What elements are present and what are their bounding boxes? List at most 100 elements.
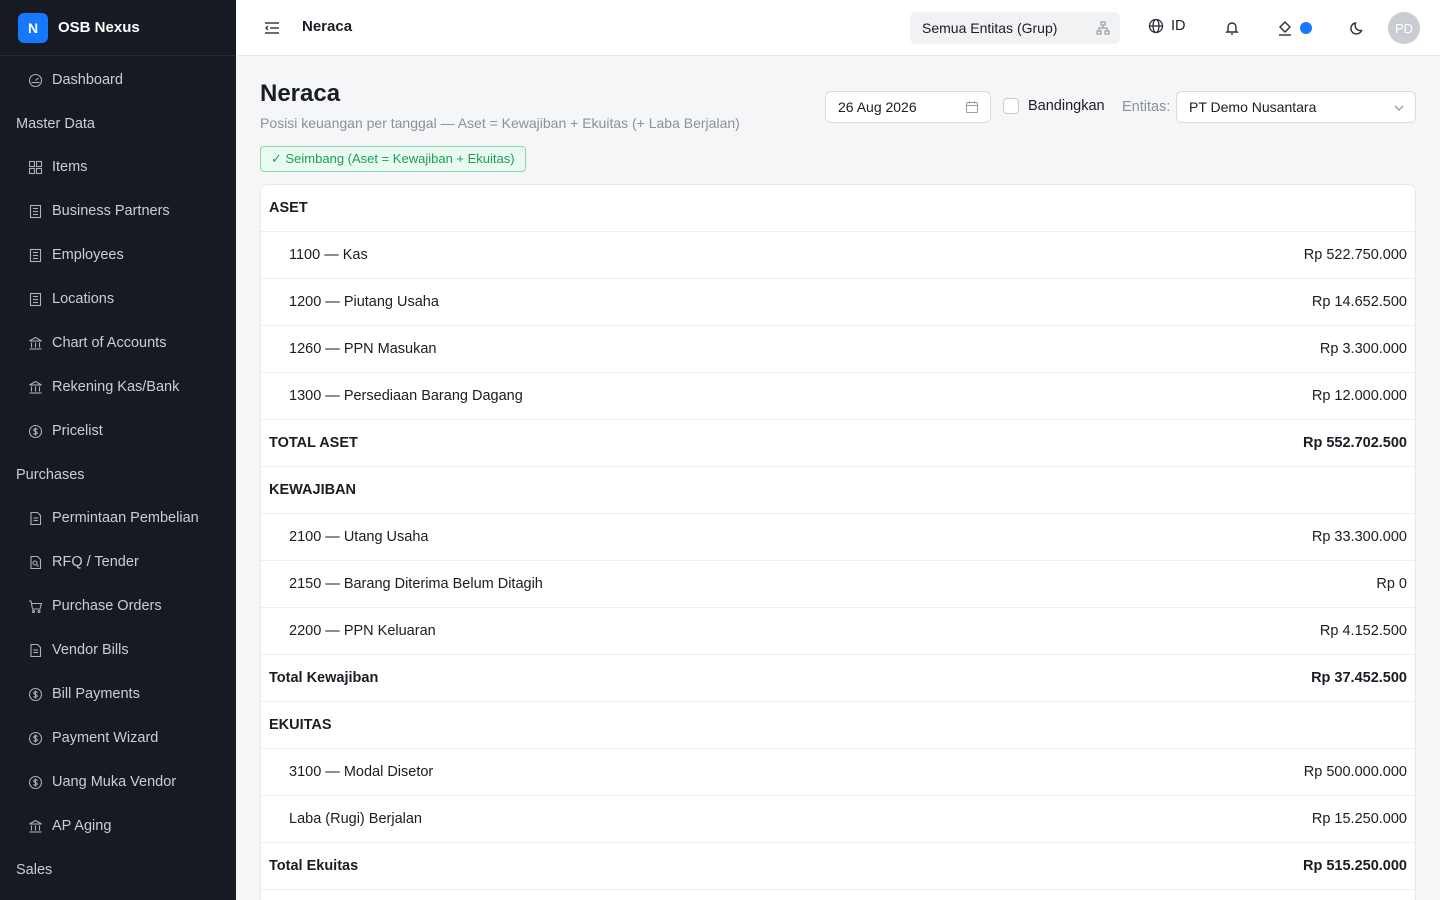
language-switch[interactable]: ID — [1148, 18, 1186, 34]
page-title: Neraca — [260, 80, 341, 107]
row-amount: Rp 552.702.500 — [1303, 435, 1407, 451]
sidebar-item-permintaan-pembelian[interactable]: Permintaan Pembelian — [0, 496, 236, 540]
row-label: Laba (Rugi) Berjalan — [289, 811, 422, 827]
account-row[interactable]: 2200 — PPN Keluaran Rp 4.152.500 — [261, 608, 1415, 655]
sidebar-item-vendor-bills[interactable]: Vendor Bills — [0, 628, 236, 672]
sidebar-item-bill-payments[interactable]: Bill Payments — [0, 672, 236, 716]
sidebar-item-label: Bill Payments — [52, 686, 140, 702]
row-label: 3100 — Modal Disetor — [289, 764, 434, 780]
row-label: KEWAJIBAN — [269, 482, 357, 498]
sidebar-item-business-partners[interactable]: Business Partners — [0, 189, 236, 233]
sidebar-item-label: Dashboard — [52, 72, 123, 88]
row-amount: Rp 14.652.500 — [1311, 294, 1407, 310]
dollar-circle-icon — [28, 424, 43, 438]
compare-toggle[interactable]: Bandingkan — [1003, 98, 1105, 114]
account-row[interactable]: 2150 — Barang Diterima Belum Ditagih Rp 0 — [261, 561, 1415, 608]
balance-status-badge: ✓ Seimbang (Aset = Kewajiban + Ekuitas) — [260, 146, 526, 172]
building-icon — [29, 292, 42, 306]
header-title: Neraca — [302, 18, 353, 35]
sidebar-item-label: RFQ / Tender — [52, 554, 139, 570]
row-label: 1260 — PPN Masukan — [289, 341, 437, 357]
building-icon — [29, 248, 42, 262]
bank-icon — [29, 380, 42, 394]
sidebar-item-label: Business Partners — [52, 203, 170, 219]
top-header: Neraca Semua Entitas (Grup) ID PD — [236, 0, 1440, 56]
account-row[interactable]: 1200 — Piutang Usaha Rp 14.652.500 — [261, 279, 1415, 326]
account-row[interactable]: 1300 — Persediaan Barang Dagang Rp 12.000… — [261, 373, 1415, 420]
file-search-icon — [30, 555, 42, 569]
sidebar-item-uang-muka-vendor[interactable]: Uang Muka Vendor — [0, 760, 236, 804]
row-label: 1200 — Piutang Usaha — [289, 294, 439, 310]
sidebar-item-pricelist[interactable]: Pricelist — [0, 409, 236, 453]
sidebar-group-purchases: Purchases — [16, 466, 85, 483]
entity-select-value: PT Demo Nusantara — [1189, 99, 1317, 115]
account-row[interactable]: Laba (Rugi) Berjalan Rp 15.250.000 — [261, 796, 1415, 843]
row-amount: Rp 515.250.000 — [1303, 858, 1407, 874]
sidebar-item-payment-wizard[interactable]: Payment Wizard — [0, 716, 236, 760]
file-icon — [30, 511, 42, 525]
entity-group-switch[interactable]: Semua Entitas (Grup) — [910, 12, 1120, 44]
building-icon — [29, 204, 42, 218]
row-amount: Rp 33.300.000 — [1311, 529, 1407, 545]
brand[interactable]: N OSB Nexus — [0, 0, 236, 56]
cart-icon — [29, 599, 43, 613]
sidebar-item-chart-of-accounts[interactable]: Chart of Accounts — [0, 321, 236, 365]
sidebar-item-label: Uang Muka Vendor — [52, 774, 177, 790]
paint-bucket-icon[interactable] — [1275, 18, 1295, 38]
moon-icon[interactable] — [1348, 18, 1368, 38]
compare-label: Bandingkan — [1028, 98, 1105, 114]
account-row[interactable]: 1260 — PPN Masukan Rp 3.300.000 — [261, 326, 1415, 373]
date-value: 26 Aug 2026 — [838, 99, 917, 115]
entity-select[interactable]: PT Demo Nusantara — [1176, 91, 1416, 123]
calendar-icon — [965, 101, 979, 114]
row-label: 2100 — Utang Usaha — [289, 529, 429, 545]
section-header-row: EKUITAS — [261, 702, 1415, 749]
date-picker[interactable]: 26 Aug 2026 — [825, 91, 991, 123]
row-label: 1300 — Persediaan Barang Dagang — [289, 388, 523, 404]
account-row[interactable]: 2100 — Utang Usaha Rp 33.300.000 — [261, 514, 1415, 561]
page-subtitle: Posisi keuangan per tanggal — Aset = Kew… — [260, 115, 740, 131]
row-label: ASET — [269, 200, 308, 216]
account-row[interactable]: 3100 — Modal Disetor Rp 500.000.000 — [261, 749, 1415, 796]
row-amount: Rp 37.452.500 — [1311, 670, 1407, 686]
row-label: EKUITAS — [269, 717, 332, 733]
sidebar-item-label: Purchase Orders — [52, 598, 162, 614]
sidebar-item-label: Permintaan Pembelian — [52, 510, 199, 526]
sidebar: N OSB Nexus Dashboard Master Data Items Bus… — [0, 0, 236, 900]
grid-icon — [28, 160, 43, 174]
row-label: TOTAL ASET — [269, 435, 358, 451]
sidebar-item-items[interactable]: Items — [0, 145, 236, 189]
row-amount: Rp 0 — [1376, 576, 1407, 592]
sidebar-item-label: Locations — [52, 291, 115, 307]
hierarchy-icon — [1096, 21, 1110, 35]
sidebar-group-master-data: Master Data — [16, 115, 95, 132]
sidebar-item-label: Payment Wizard — [52, 730, 159, 746]
sidebar-item-label: Pricelist — [52, 423, 103, 439]
row-label: 2150 — Barang Diterima Belum Ditagih — [289, 576, 543, 592]
language-label: ID — [1171, 18, 1186, 34]
sidebar-item-purchase-orders[interactable]: Purchase Orders — [0, 584, 236, 628]
dollar-circle-icon — [28, 731, 43, 745]
sidebar-item-dashboard[interactable]: Dashboard — [0, 58, 236, 102]
file-icon — [30, 643, 42, 657]
menu-toggle-icon[interactable] — [262, 18, 282, 38]
sidebar-item-locations[interactable]: Locations — [0, 277, 236, 321]
sidebar-item-ap-aging[interactable]: AP Aging — [0, 804, 236, 848]
sidebar-item-rekening-kas-bank[interactable]: Rekening Kas/Bank — [0, 365, 236, 409]
dollar-circle-icon — [28, 775, 43, 789]
account-row[interactable]: 1100 — Kas Rp 522.750.000 — [261, 232, 1415, 279]
sidebar-nav: Dashboard Master Data Items Business Partne… — [0, 56, 236, 891]
row-label: 1100 — Kas — [289, 247, 368, 263]
sidebar-item-employees[interactable]: Employees — [0, 233, 236, 277]
status-dot — [1300, 22, 1312, 34]
section-header-row: KEWAJIBAN — [261, 467, 1415, 514]
sidebar-item-rfq-tender[interactable]: RFQ / Tender — [0, 540, 236, 584]
bell-icon[interactable] — [1222, 18, 1242, 38]
compare-checkbox[interactable] — [1003, 98, 1019, 114]
row-amount: Rp 500.000.000 — [1303, 764, 1407, 780]
row-amount: Rp 522.750.000 — [1303, 247, 1407, 263]
bank-icon — [29, 819, 42, 833]
row-label: Total Ekuitas — [269, 858, 359, 874]
user-avatar[interactable]: PD — [1388, 12, 1420, 44]
total-row: Total Kewajiban Rp 37.452.500 — [261, 655, 1415, 702]
